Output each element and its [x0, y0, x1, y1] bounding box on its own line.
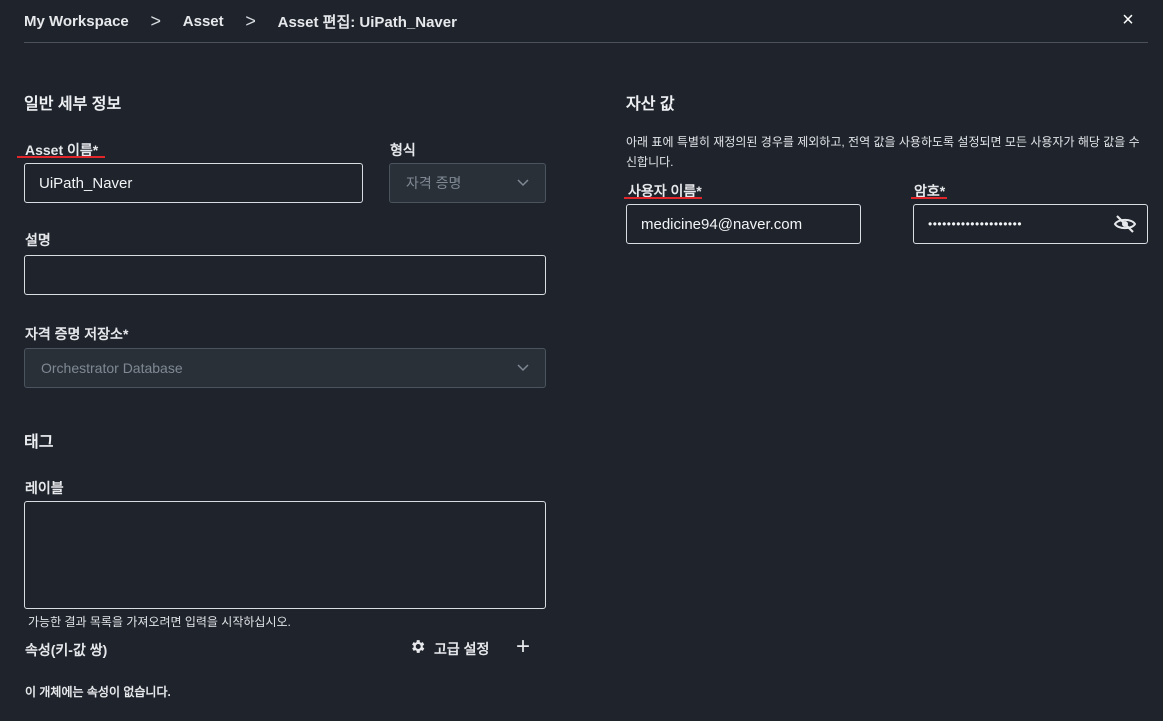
type-select-value: 자격 증명 [406, 175, 462, 191]
asset-name-input[interactable]: UiPath_Naver [24, 163, 363, 203]
annotation-underline [17, 156, 105, 158]
gear-icon [409, 638, 426, 660]
chevron-right-icon: > [150, 10, 162, 31]
close-icon[interactable]: × [1117, 7, 1139, 33]
add-property-button[interactable]: + [516, 633, 530, 661]
labels-label: 레이블 [25, 480, 64, 496]
breadcrumb-asset[interactable]: Asset [183, 13, 224, 30]
description-label: 설명 [25, 232, 51, 248]
type-label: 형식 [390, 142, 416, 158]
description-input[interactable] [24, 255, 546, 295]
breadcrumb-my-workspace[interactable]: My Workspace [24, 13, 129, 30]
properties-label: 속성(키-값 쌍) [25, 642, 108, 658]
advanced-settings-label: 고급 설정 [434, 641, 490, 657]
password-input[interactable]: •••••••••••••••••••• [928, 217, 1022, 231]
type-select: 자격 증명 [389, 163, 546, 203]
breadcrumb: My Workspace > Asset > Asset 편집: UiPath_… [24, 0, 1148, 43]
password-field[interactable]: •••••••••••••••••••• [913, 204, 1148, 244]
chevron-right-icon: > [245, 10, 256, 31]
chevron-down-icon [517, 176, 529, 190]
chevron-down-icon [517, 361, 529, 375]
annotation-underline [624, 197, 702, 199]
username-input[interactable]: medicine94@naver.com [626, 204, 861, 244]
no-properties-text: 이 개체에는 속성이 없습니다. [25, 685, 171, 699]
advanced-settings-button[interactable]: 고급 설정 [409, 638, 489, 660]
asset-value-title: 자산 값 [626, 96, 675, 113]
labels-help-text: 가능한 결과 목록을 가져오려면 입력을 시작하십시오. [28, 615, 291, 629]
credential-store-label: 자격 증명 저장소* [25, 326, 129, 342]
annotation-underline [911, 197, 947, 199]
breadcrumb-current-page: Asset 편집: UiPath_Naver [277, 13, 457, 31]
credential-store-select: Orchestrator Database [24, 348, 546, 388]
general-details-title: 일반 세부 정보 [24, 96, 122, 113]
labels-input[interactable] [24, 501, 546, 609]
tags-title: 태그 [24, 434, 54, 451]
credential-store-value: Orchestrator Database [41, 360, 183, 376]
eye-off-icon[interactable] [1113, 212, 1137, 236]
asset-value-description: 아래 표에 특별히 재정의된 경우를 제외하고, 전역 값을 사용하도록 설정되… [626, 135, 1140, 169]
